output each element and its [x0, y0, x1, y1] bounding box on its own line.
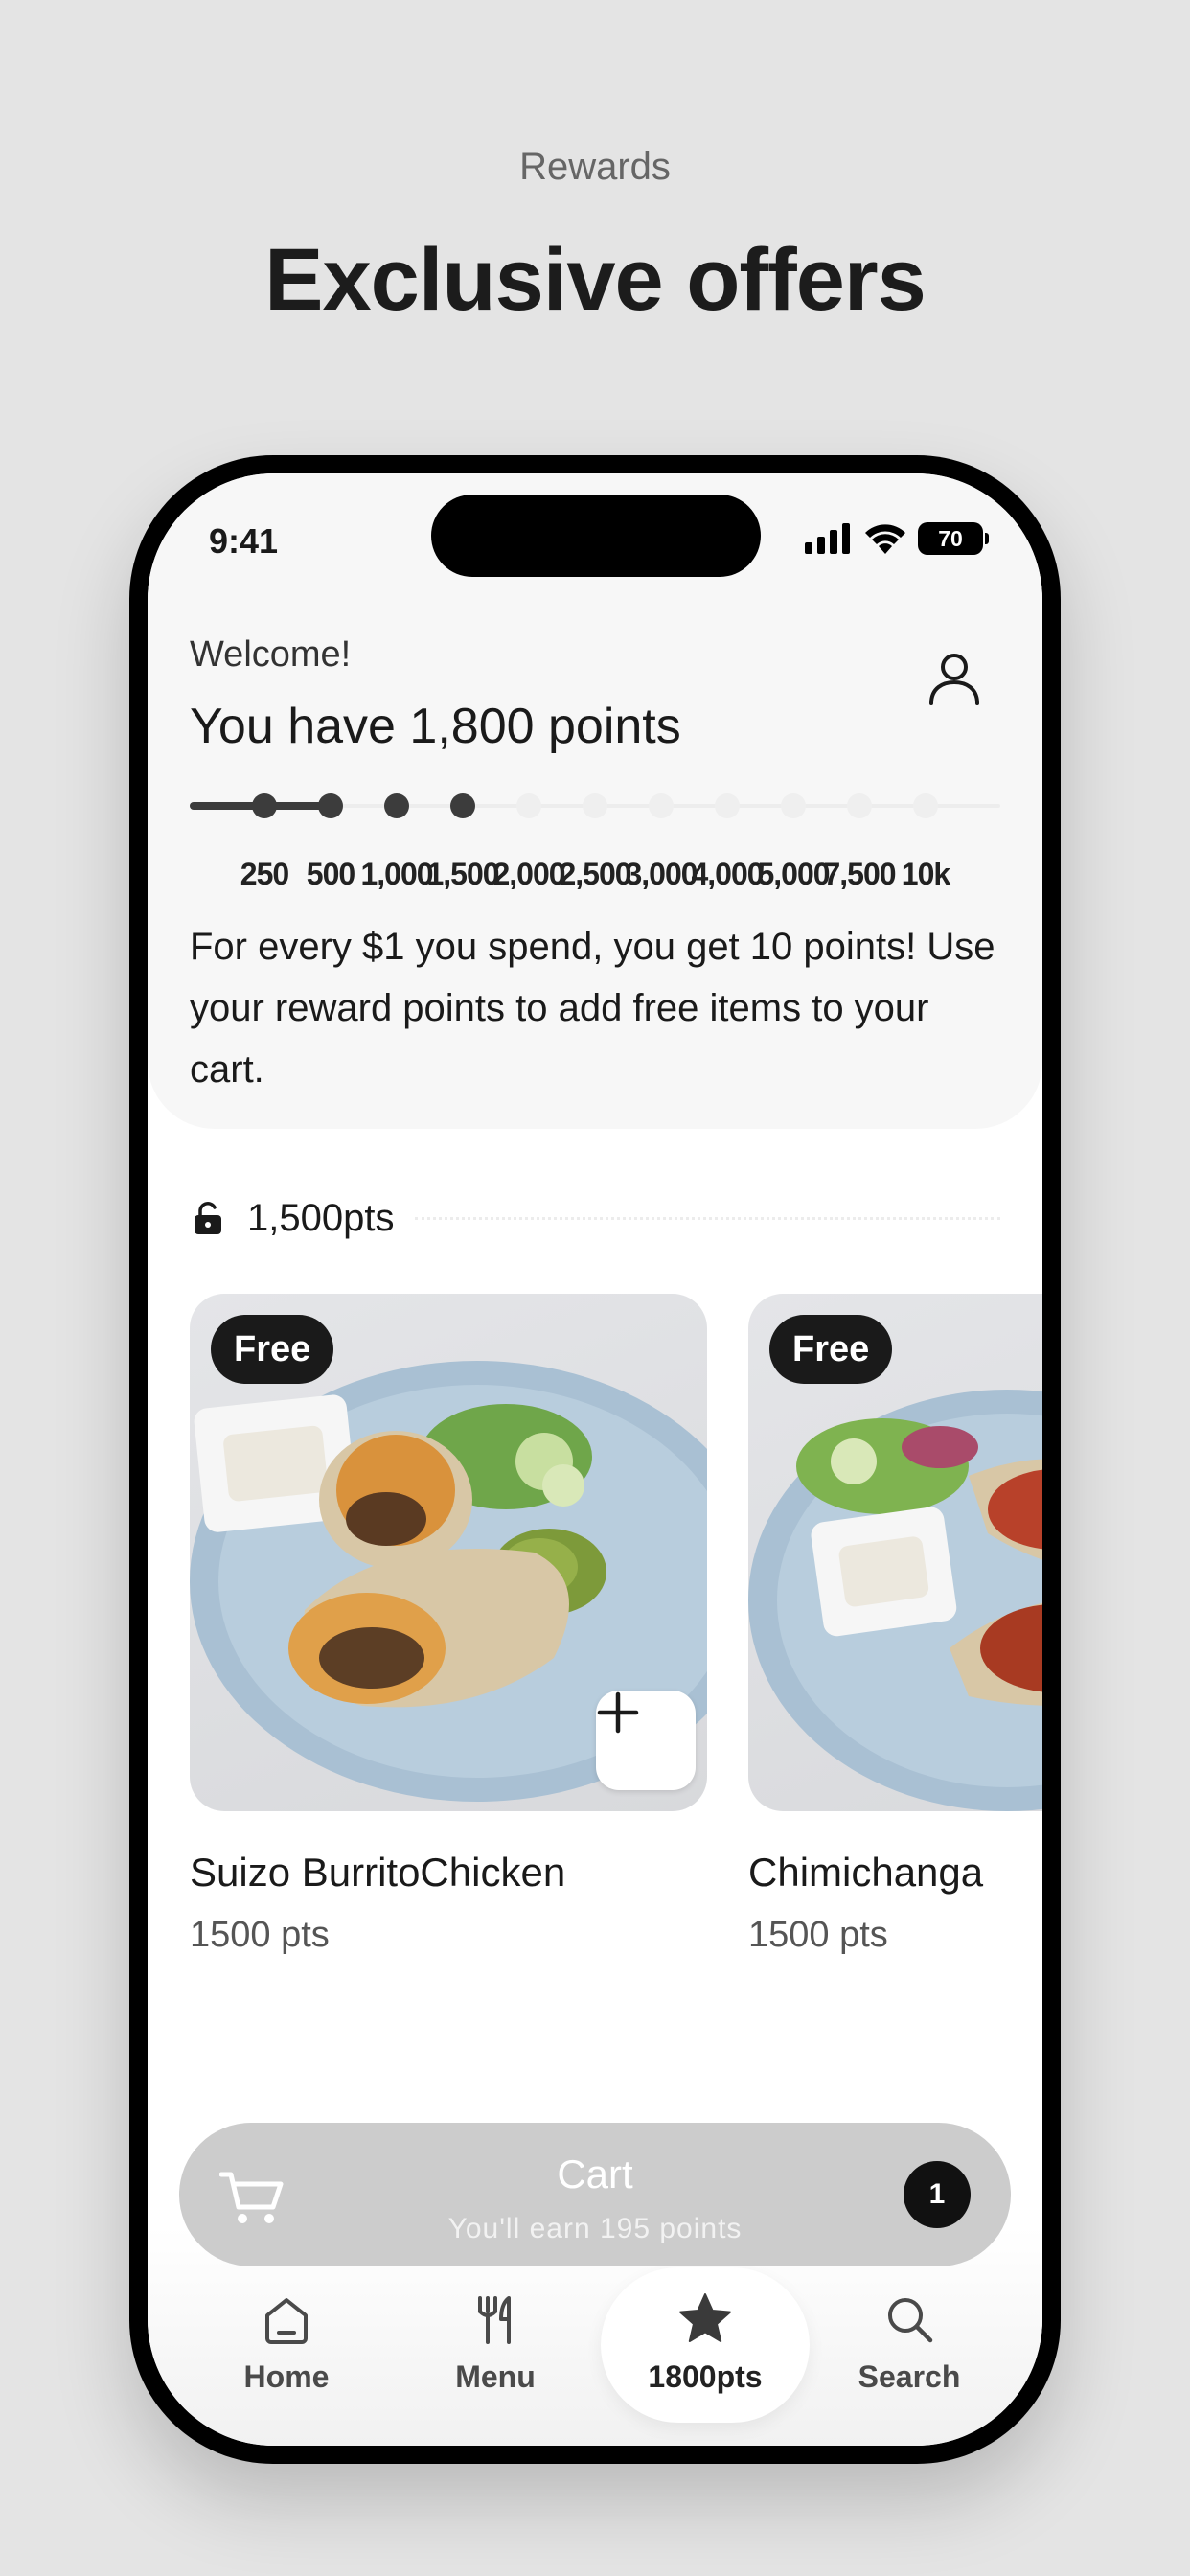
tab-rewards-label: 1800pts	[648, 2359, 763, 2394]
wifi-icon	[865, 524, 905, 554]
free-badge: Free	[769, 1315, 893, 1384]
tab-search-label: Search	[858, 2359, 961, 2394]
milestone-dot	[384, 794, 409, 818]
milestone-labels: 250 500 1,000 1,500 2,000 2,500 3,000 4,000 5,00…	[190, 857, 1000, 895]
milestone-label: 1,000	[360, 857, 433, 891]
offer-photo[interactable]: Free	[748, 1294, 1042, 1811]
milestone-dot	[450, 794, 475, 818]
home-icon	[265, 2298, 308, 2344]
phone-frame: 9:41 70 Welcome! You have 1,800 points 2…	[129, 455, 1061, 2464]
user-icon[interactable]	[926, 650, 983, 707]
milestone-label: 2,500	[559, 857, 631, 891]
milestone-dot	[516, 794, 541, 818]
milestone-label: 1,500	[426, 857, 499, 891]
milestone-dot	[252, 794, 277, 818]
add-to-cart-button[interactable]	[596, 1690, 696, 1790]
milestone-label: 500	[306, 857, 355, 891]
milestone-dot	[649, 794, 674, 818]
offer-photo[interactable]: Free	[190, 1294, 707, 1811]
milestone-dot	[715, 794, 740, 818]
milestone-label: 7,500	[823, 857, 896, 891]
offer-card[interactable]: Free Chimichanga 1500 pts	[748, 1294, 1042, 1956]
points-progress-bar	[190, 792, 1000, 820]
cart-earn-text: You'll earn 195 points	[447, 2213, 743, 2244]
plus-icon	[597, 1691, 639, 1734]
tab-rewards[interactable]: 1800pts	[624, 2290, 787, 2395]
search-icon	[888, 2298, 933, 2343]
offer-points: 1500 pts	[748, 1915, 888, 1955]
star-icon	[679, 2293, 731, 2342]
phone-screen: 9:41 70 Welcome! You have 1,800 points 2…	[148, 473, 1042, 2446]
milestone-dot	[913, 794, 938, 818]
page-kicker: Rewards	[519, 146, 671, 188]
milestone-label: 5,000	[757, 857, 830, 891]
milestone-label: 10k	[901, 857, 950, 891]
offer-name[interactable]: Suizo BurritoChicken	[190, 1850, 707, 1896]
tab-menu-label: Menu	[455, 2359, 536, 2394]
tab-home-label: Home	[243, 2359, 330, 2394]
welcome-text: Welcome!	[190, 634, 352, 675]
milestone-label: 3,000	[625, 857, 698, 891]
signal-icon	[805, 523, 850, 554]
offer-card[interactable]: Free Suizo BurritoChicken 1500 pts	[190, 1294, 707, 1956]
cart-button[interactable]: Cart You'll earn 195 points 1	[179, 2123, 1011, 2266]
points-explainer: For every $1 you spend, you get 10 point…	[190, 926, 995, 1091]
milestone-label: 2,000	[492, 857, 565, 891]
offer-points: 1500 pts	[190, 1915, 330, 1955]
dynamic-island	[431, 494, 761, 577]
status-icons: 70	[805, 521, 989, 556]
battery-icon: 70	[918, 522, 989, 555]
milestone-dot	[847, 794, 872, 818]
cart-title: Cart	[557, 2151, 633, 2196]
tab-home[interactable]: Home	[205, 2290, 368, 2395]
utensils-icon	[478, 2296, 511, 2344]
milestone-label: 250	[240, 857, 289, 891]
milestone-dot	[583, 794, 607, 818]
section-label: 1,500pts	[247, 1196, 395, 1239]
section-header: 1,500pts	[190, 1194, 1000, 1242]
points-balance: You have 1,800 points	[190, 699, 681, 754]
free-badge: Free	[211, 1315, 334, 1384]
milestone-dot	[781, 794, 806, 818]
section-divider	[415, 1216, 1000, 1220]
offer-name[interactable]: Chimichanga	[748, 1850, 1042, 1896]
tab-menu[interactable]: Menu	[414, 2290, 577, 2395]
milestone-dot	[318, 794, 343, 818]
milestone-label: 4,000	[691, 857, 764, 891]
page-headline: Exclusive offers	[264, 231, 927, 329]
tab-search[interactable]: Search	[828, 2290, 991, 2395]
cart-count-badge: 1	[904, 2161, 971, 2228]
unlock-icon	[195, 1202, 221, 1234]
status-time: 9:41	[209, 521, 279, 561]
